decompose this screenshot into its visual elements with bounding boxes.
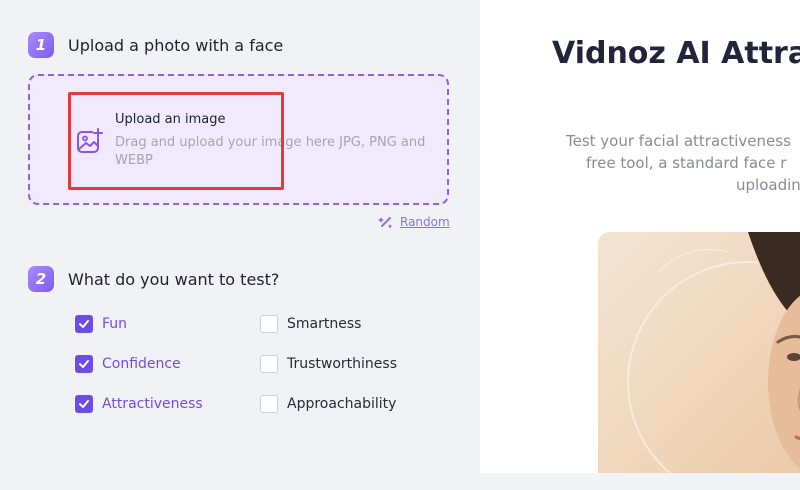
checkbox[interactable] [75, 315, 93, 333]
option-confidence[interactable]: Confidence [75, 355, 181, 373]
option-label: Confidence [102, 356, 181, 372]
option-label: Smartness [287, 316, 362, 332]
hero-desc-line-3: uploadin [736, 176, 800, 194]
hero-panel: Vidnoz AI Attrac Test your facial attrac… [480, 0, 800, 473]
step-1-badge: 1 [28, 32, 54, 58]
checkbox[interactable] [260, 395, 278, 413]
checkbox[interactable] [260, 315, 278, 333]
magic-wand-icon [378, 217, 393, 229]
random-label: Random [400, 215, 450, 229]
hero-desc-line-1: Test your facial attractiveness [566, 132, 791, 150]
checkbox[interactable] [260, 355, 278, 373]
option-approachability[interactable]: Approachability [260, 395, 396, 413]
option-label: Attractiveness [102, 396, 203, 412]
option-smartness[interactable]: Smartness [260, 315, 361, 333]
option-label: Approachability [287, 396, 397, 412]
check-icon [79, 360, 89, 368]
face-illustration [627, 232, 800, 473]
random-button[interactable]: Random [378, 214, 450, 230]
step-1-title: Upload a photo with a face [68, 36, 284, 55]
option-trustworthiness[interactable]: Trustworthiness [260, 355, 397, 373]
hero-desc-line-2: free tool, a standard face r [586, 154, 787, 172]
highlight-annotation [68, 92, 284, 190]
step-2-title: What do you want to test? [68, 270, 280, 289]
check-icon [79, 320, 89, 328]
checkbox[interactable] [75, 355, 93, 373]
step-2-badge: 2 [28, 266, 54, 292]
hero-title: Vidnoz AI Attrac [552, 36, 800, 71]
option-label: Trustworthiness [287, 356, 398, 372]
checkbox[interactable] [75, 395, 93, 413]
option-label: Fun [102, 316, 128, 332]
option-attractiveness[interactable]: Attractiveness [75, 395, 203, 413]
hero-face-image [598, 232, 800, 473]
option-fun[interactable]: Fun [75, 315, 127, 333]
check-icon [79, 400, 89, 408]
